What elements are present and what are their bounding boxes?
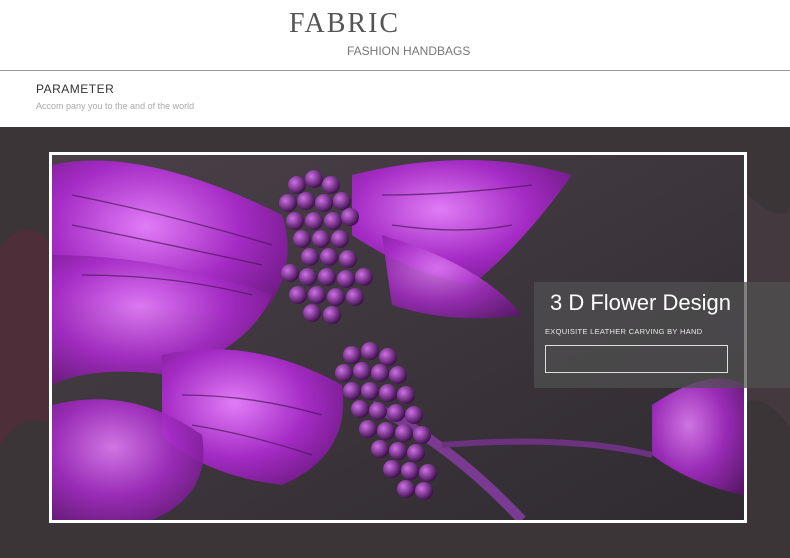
feature-subtitle: EXQUISITE LEATHER CARVING BY HAND bbox=[545, 327, 703, 336]
feature-title: 3 D Flower Design bbox=[550, 290, 731, 315]
header-title: FABRIC bbox=[289, 8, 401, 39]
section-subtitle: Accom pany you to the and of the world bbox=[36, 101, 195, 111]
feature-outline-box bbox=[545, 345, 728, 373]
hero-banner: 3 D Flower Design EXQUISITE LEATHER CARV… bbox=[0, 127, 790, 558]
header-subtitle: FASHION HANDBAGS bbox=[347, 44, 471, 58]
header-divider bbox=[0, 70, 790, 71]
feature-panel: 3 D Flower Design EXQUISITE LEATHER CARV… bbox=[534, 282, 790, 388]
section-title: PARAMETER bbox=[36, 82, 115, 96]
